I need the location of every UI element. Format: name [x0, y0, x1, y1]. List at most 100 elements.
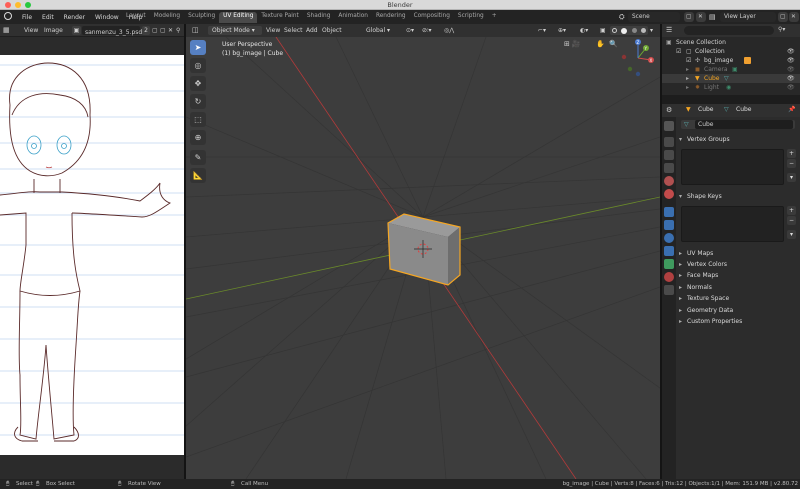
measure-tool[interactable]: 📐 — [190, 168, 206, 183]
select-box-tool[interactable]: ➤ — [190, 40, 206, 55]
rotate-tool[interactable]: ↻ — [190, 94, 206, 109]
vertex-groups-list[interactable] — [681, 149, 784, 185]
outliner-row-bg-image[interactable]: ☑ ✣ bg_image 👁 — [662, 56, 800, 65]
panel-vertex-groups[interactable]: ▾ Vertex Groups — [679, 135, 795, 145]
tab-uv-editing[interactable]: UV Editing — [219, 12, 258, 23]
annotate-tool[interactable]: ✎ — [190, 150, 206, 165]
grid-view-icon[interactable]: ⊞ — [564, 40, 570, 52]
viewport-menu-view[interactable]: View — [266, 26, 280, 35]
viewport-editor-type-icon[interactable]: ◫ — [192, 26, 199, 35]
visibility-icon[interactable]: 👁 — [787, 47, 795, 56]
menu-edit[interactable]: Edit — [37, 14, 59, 21]
viewport-menu-add[interactable]: Add — [306, 26, 318, 35]
outliner-row-cube[interactable]: ▸ ▼ Cube ▽ 👁 — [662, 74, 800, 83]
expand-icon[interactable]: ▸ — [686, 74, 689, 83]
mesh-data-tab-icon[interactable] — [664, 259, 674, 269]
new-view-layer-button[interactable]: ▢ — [778, 12, 788, 22]
image-menu-view[interactable]: View — [24, 26, 38, 35]
expand-icon[interactable]: ▸ — [686, 83, 689, 92]
scene-tab-icon[interactable] — [664, 176, 674, 186]
particles-tab-icon[interactable] — [664, 220, 674, 230]
new-image-icon[interactable]: ▢ — [160, 26, 166, 35]
panel-uv-maps[interactable]: ▸ UV Maps — [679, 249, 795, 259]
delete-view-layer-button[interactable]: ✕ — [789, 12, 799, 22]
tab-texture-paint[interactable]: Texture Paint — [257, 12, 302, 23]
visibility-icon[interactable]: 👁 — [787, 65, 795, 74]
panel-normals[interactable]: ▸ Normals — [679, 283, 795, 293]
overlays-icon[interactable]: ◐▾ — [580, 26, 588, 35]
pin-image-icon[interactable]: ⚲ — [176, 26, 180, 35]
new-scene-button[interactable]: ▢ — [684, 12, 694, 22]
filter-icon[interactable]: ⚲▾ — [778, 26, 785, 33]
pan-view-icon[interactable]: ✋ — [596, 40, 606, 50]
tab-shading[interactable]: Shading — [303, 12, 335, 23]
shape-keys-list[interactable] — [681, 206, 784, 242]
viewport-menu-object[interactable]: Object — [322, 26, 342, 35]
add-shape-key-button[interactable]: + — [787, 206, 796, 215]
panel-shape-keys[interactable]: ▾ Shape Keys — [679, 192, 795, 202]
shading-options-icon[interactable]: ▾ — [650, 26, 653, 35]
modifier-tab-icon[interactable] — [664, 207, 674, 217]
camera-view-icon[interactable]: 🎥 — [572, 40, 581, 52]
mesh-data-selector[interactable]: ▽ Cube — [681, 120, 795, 129]
delete-scene-button[interactable]: ✕ — [696, 12, 706, 22]
checkbox-icon[interactable]: ☑ — [676, 47, 681, 56]
menu-file[interactable]: File — [17, 14, 37, 21]
panel-vertex-colors[interactable]: ▸ Vertex Colors — [679, 260, 795, 270]
texture-tab-icon[interactable] — [664, 285, 674, 295]
image-name-field[interactable]: sanmenzu_3_5.psd — [82, 26, 142, 36]
panel-geometry-data[interactable]: ▸ Geometry Data — [679, 306, 795, 316]
shape-key-menu-button[interactable]: ▾ — [787, 230, 796, 239]
cube-object[interactable] — [387, 213, 461, 286]
fake-user-icon[interactable]: ▢ — [152, 26, 158, 35]
outliner-row-light[interactable]: ▸ ✸ Light ◉ 👁 — [662, 83, 800, 92]
outliner-properties-divider[interactable] — [662, 95, 800, 104]
panel-face-maps[interactable]: ▸ Face Maps — [679, 271, 795, 281]
physics-tab-icon[interactable] — [664, 233, 674, 243]
world-tab-icon[interactable] — [664, 189, 674, 199]
properties-editor-icon[interactable]: ⚙ — [666, 106, 672, 114]
add-workspace-button[interactable]: + — [488, 12, 501, 23]
image-menu-image[interactable]: Image — [44, 26, 63, 35]
material-tab-icon[interactable] — [664, 272, 674, 282]
visibility-icon[interactable]: 👁 — [787, 56, 795, 65]
object-mode-dropdown[interactable]: Object Mode ▾ — [208, 26, 262, 35]
cursor-tool[interactable]: ◎ — [190, 58, 206, 73]
editor-type-icon[interactable]: ▦ — [3, 26, 10, 35]
add-vertex-group-button[interactable]: + — [787, 149, 796, 158]
tab-compositing[interactable]: Compositing — [410, 12, 454, 23]
viewport-menu-select[interactable]: Select — [284, 26, 303, 35]
unlink-image-icon[interactable]: ✕ — [168, 26, 173, 35]
panel-custom-properties[interactable]: ▸ Custom Properties — [679, 317, 795, 327]
outliner-row-collection[interactable]: ☑ ▢ Collection 👁 — [662, 47, 800, 56]
outliner-search-input[interactable] — [684, 26, 774, 35]
move-tool[interactable]: ✥ — [190, 76, 206, 91]
reference-image-canvas[interactable] — [0, 55, 184, 455]
tab-layout[interactable]: Layout — [122, 12, 150, 23]
outliner-editor-icon[interactable]: ☰ — [666, 26, 672, 34]
snap-icon[interactable]: ⊘⫶▾ — [422, 26, 432, 35]
remove-shape-key-button[interactable]: − — [787, 216, 796, 225]
gizmo-icon[interactable]: ⊕▾ — [558, 26, 566, 35]
menu-render[interactable]: Render — [59, 14, 90, 21]
transform-orientation-dropdown[interactable]: Global ▾ — [362, 26, 402, 35]
scale-tool[interactable]: ⬚ — [190, 112, 206, 127]
proportional-edit-icon[interactable]: ◎⋀ — [444, 26, 454, 35]
view-layer-tab-icon[interactable] — [664, 163, 674, 173]
wireframe-shading-button[interactable] — [612, 28, 618, 33]
view-object-types-icon[interactable]: ⌐▾ — [538, 26, 546, 35]
expand-icon[interactable]: ▸ — [686, 65, 689, 74]
visibility-icon[interactable]: 👁 — [787, 83, 795, 92]
scene-selector[interactable]: Scene — [628, 12, 680, 22]
tab-modeling[interactable]: Modeling — [150, 12, 184, 23]
tool-tab-icon[interactable] — [664, 121, 674, 131]
checkbox-icon[interactable]: ☑ — [686, 56, 691, 65]
tab-sculpting[interactable]: Sculpting — [184, 12, 219, 23]
mesh-name-field[interactable]: Cube — [695, 120, 793, 129]
image-browse-icon[interactable]: ▣ — [72, 26, 81, 35]
menu-window[interactable]: Window — [90, 14, 124, 21]
blender-logo-icon[interactable] — [4, 12, 17, 22]
vertex-group-menu-button[interactable]: ▾ — [787, 173, 796, 182]
rendered-shading-button[interactable] — [640, 28, 646, 33]
navigation-gizmo[interactable]: X Y Z — [618, 38, 658, 78]
